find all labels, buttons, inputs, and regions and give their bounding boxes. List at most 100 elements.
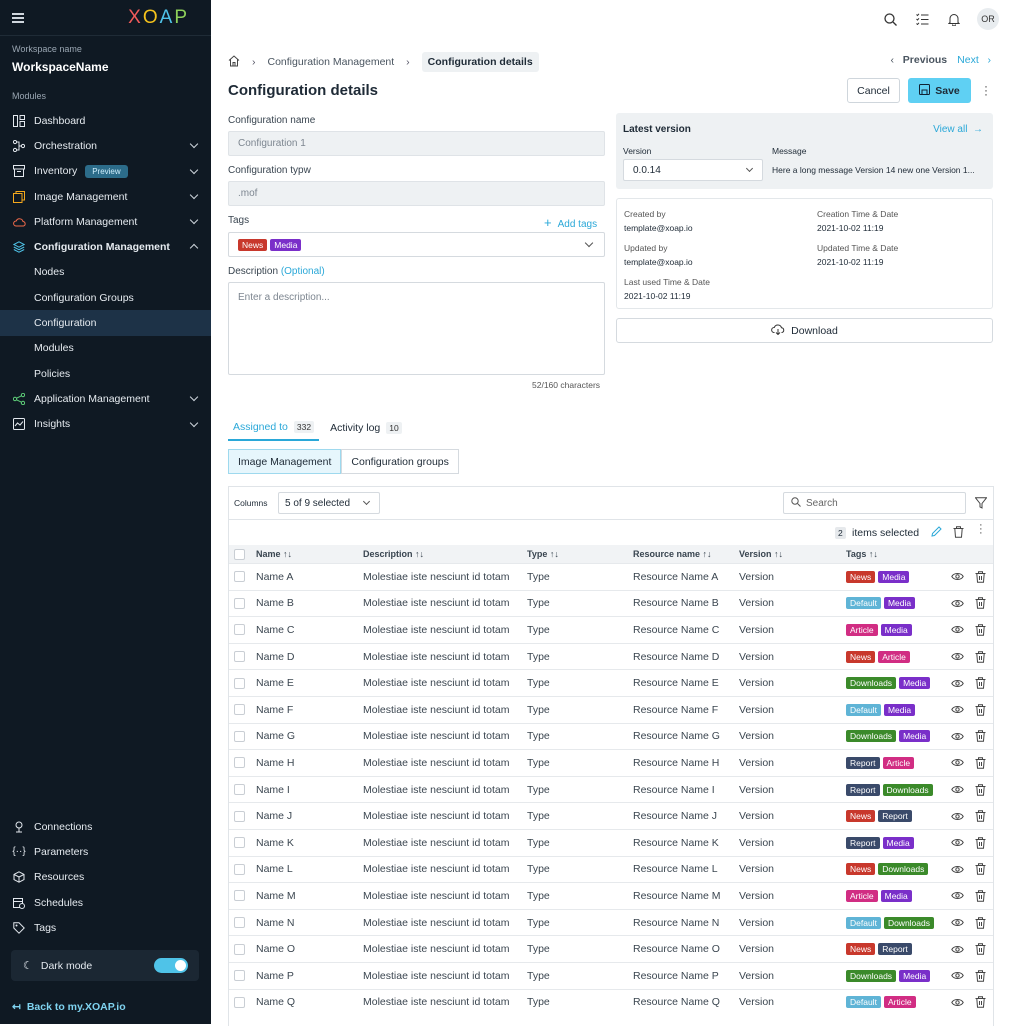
row-select[interactable] xyxy=(234,883,245,909)
checkbox[interactable] xyxy=(234,548,245,560)
view-all-link[interactable]: View all → xyxy=(933,124,983,135)
table-row[interactable]: Name B Molestiae iste nesciunt id totam Ty… xyxy=(229,589,993,617)
checkbox[interactable] xyxy=(234,757,245,769)
checkbox[interactable] xyxy=(234,970,245,982)
row-select[interactable] xyxy=(234,910,245,936)
sidebar-item-configuration-management[interactable]: Configuration Management xyxy=(0,234,211,259)
eye-icon[interactable] xyxy=(951,644,964,670)
eye-icon[interactable] xyxy=(951,963,964,989)
next-button[interactable]: Next › xyxy=(957,54,991,66)
row-select[interactable] xyxy=(234,936,245,962)
tag-chip[interactable]: Media xyxy=(270,238,302,251)
checkbox[interactable] xyxy=(234,837,245,849)
trash-icon[interactable] xyxy=(975,990,986,1016)
description-textarea[interactable]: Enter a description... xyxy=(228,282,605,375)
xoap-logo[interactable]: XOAP xyxy=(128,7,189,29)
sidebar-item-schedules[interactable]: Schedules xyxy=(0,890,211,915)
eye-icon[interactable] xyxy=(951,617,964,643)
eye-icon[interactable] xyxy=(951,724,964,750)
edit-icon[interactable] xyxy=(931,526,942,540)
row-select[interactable] xyxy=(234,724,245,750)
sidebar-item-connections[interactable]: Connections xyxy=(0,814,211,839)
sidebar-subitem-configuration-groups[interactable]: Configuration Groups xyxy=(0,285,211,310)
header-resource-name[interactable]: Resource name ↑↓ xyxy=(633,545,712,563)
tab-assigned-to[interactable]: Assigned to 332 xyxy=(228,417,320,441)
checkbox[interactable] xyxy=(234,784,245,796)
download-button[interactable]: Download xyxy=(616,318,993,343)
segment-image-management[interactable]: Image Management xyxy=(228,449,342,474)
checkbox[interactable] xyxy=(234,651,245,663)
table-row[interactable]: Name J Molestiae iste nesciunt id totam Ty… xyxy=(229,802,993,829)
row-select[interactable] xyxy=(234,697,245,723)
menu-icon[interactable] xyxy=(12,12,24,23)
table-row[interactable]: Name I Molestiae iste nesciunt id totam Ty… xyxy=(229,775,993,803)
more-options-icon[interactable]: · · · xyxy=(979,520,983,539)
previous-button[interactable]: ‹ Previous xyxy=(891,54,948,66)
checkbox[interactable] xyxy=(234,704,245,716)
bell-icon[interactable] xyxy=(945,10,963,28)
sidebar-item-resources[interactable]: Resources xyxy=(0,865,211,890)
header-tags[interactable]: Tags ↑↓ xyxy=(846,545,878,563)
row-select[interactable] xyxy=(234,750,245,776)
trash-icon[interactable] xyxy=(975,644,986,670)
table-row[interactable]: Name F Molestiae iste nesciunt id totam Ty… xyxy=(229,695,993,723)
breadcrumb-parent[interactable]: Configuration Management xyxy=(268,56,395,68)
user-avatar[interactable]: OR xyxy=(977,8,999,30)
sidebar-item-platform-management[interactable]: Platform Management xyxy=(0,209,211,234)
row-select[interactable] xyxy=(234,644,245,670)
sidebar-item-application-management[interactable]: Application Management xyxy=(0,386,211,411)
table-row[interactable]: Name H Molestiae iste nesciunt id totam Ty… xyxy=(229,749,993,776)
checkbox[interactable] xyxy=(234,730,245,742)
row-select[interactable] xyxy=(234,990,245,1016)
more-options-icon[interactable]: · · · xyxy=(984,80,988,100)
trash-icon[interactable] xyxy=(975,697,986,723)
table-row[interactable]: Name A Molestiae iste nesciunt id totam Ty… xyxy=(229,563,993,590)
sidebar-subitem-policies[interactable]: Policies xyxy=(0,361,211,386)
checkbox[interactable] xyxy=(234,677,245,689)
home-icon[interactable] xyxy=(228,54,240,70)
filter-icon[interactable] xyxy=(974,497,988,512)
back-link[interactable]: ↤ Back to my.XOAP.io xyxy=(12,1001,126,1013)
sidebar-subitem-modules[interactable]: Modules xyxy=(0,336,211,361)
trash-icon[interactable] xyxy=(975,936,986,962)
eye-icon[interactable] xyxy=(951,936,964,962)
checkbox[interactable] xyxy=(234,597,245,609)
eye-icon[interactable] xyxy=(951,857,964,883)
table-row[interactable]: Name N Molestiae iste nesciunt id totam Ty… xyxy=(229,908,993,936)
eye-icon[interactable] xyxy=(951,830,964,856)
eye-icon[interactable] xyxy=(951,910,964,936)
eye-icon[interactable] xyxy=(951,803,964,829)
sidebar-item-orchestration[interactable]: Orchestration xyxy=(0,133,211,158)
dark-mode-toggle[interactable] xyxy=(154,958,188,973)
header-type[interactable]: Type ↑↓ xyxy=(527,545,559,563)
row-select[interactable] xyxy=(234,803,245,829)
checkbox[interactable] xyxy=(234,863,245,875)
row-select[interactable] xyxy=(234,857,245,883)
eye-icon[interactable] xyxy=(951,564,964,590)
header-version[interactable]: Version ↑↓ xyxy=(739,545,783,563)
config-name-input[interactable]: Configuration 1 xyxy=(228,131,605,156)
search-input[interactable]: Search xyxy=(783,492,966,514)
eye-icon[interactable] xyxy=(951,883,964,909)
eye-icon[interactable] xyxy=(951,591,964,617)
sidebar-item-inventory[interactable]: Inventory Preview xyxy=(0,159,211,184)
table-row[interactable]: Name Q Molestiae iste nesciunt id totam Ty… xyxy=(229,988,993,1016)
eye-icon[interactable] xyxy=(951,750,964,776)
row-select[interactable] xyxy=(234,591,245,617)
sidebar-subitem-nodes[interactable]: Nodes xyxy=(0,260,211,285)
trash-icon[interactable] xyxy=(975,777,986,803)
trash-icon[interactable] xyxy=(975,617,986,643)
cancel-button[interactable]: Cancel xyxy=(847,78,900,103)
table-row[interactable]: Name G Molestiae iste nesciunt id totam Ty… xyxy=(229,722,993,750)
trash-icon[interactable] xyxy=(975,564,986,590)
header-name[interactable]: Name ↑↓ xyxy=(256,545,292,563)
row-select[interactable] xyxy=(234,830,245,856)
trash-icon[interactable] xyxy=(975,963,986,989)
workspace-name[interactable]: WorkspaceName xyxy=(12,60,109,74)
checkbox[interactable] xyxy=(234,624,245,636)
tab-activity-log[interactable]: Activity log 10 xyxy=(325,417,407,441)
table-row[interactable]: Name D Molestiae iste nesciunt id totam Ty… xyxy=(229,642,993,670)
version-select[interactable]: 0.0.14 xyxy=(623,159,763,181)
config-type-input[interactable]: .mof xyxy=(228,181,605,206)
table-row[interactable]: Name L Molestiae iste nesciunt id totam Ty… xyxy=(229,855,993,883)
